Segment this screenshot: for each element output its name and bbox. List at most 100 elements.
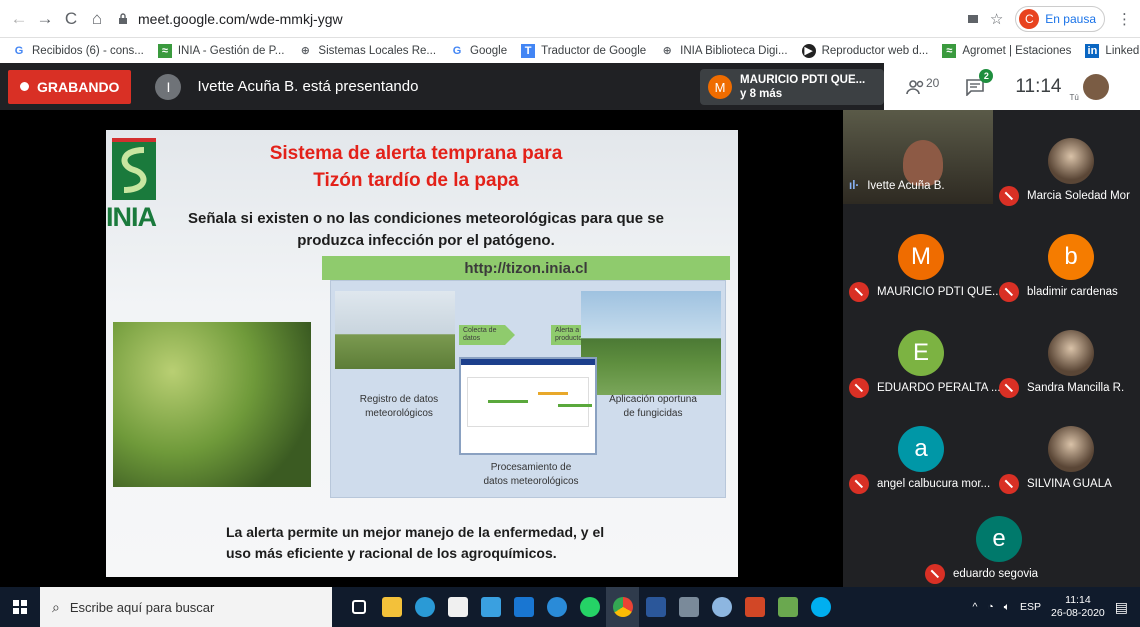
bookmark-sistemas-locales[interactable]: ⊕ Sistemas Locales Re...: [298, 44, 436, 58]
participant-avatar: b: [1048, 234, 1094, 280]
store-icon[interactable]: [441, 587, 474, 627]
record-dot-icon: [20, 82, 29, 91]
speaking-icon: ıl·: [849, 180, 860, 192]
powerpoint-icon[interactable]: [738, 587, 771, 627]
mic-off-icon: [999, 378, 1019, 398]
outlook-icon[interactable]: [474, 587, 507, 627]
participant-tile[interactable]: M MAURICIO PDTI QUE...: [843, 220, 1002, 314]
mic-off-icon: [999, 186, 1019, 206]
self-label: Tú: [1069, 93, 1079, 102]
globe-icon: ⊕: [662, 45, 672, 57]
menu-icon[interactable]: ⋮: [1117, 10, 1132, 28]
notification-avatar: M: [708, 75, 732, 99]
participant-tile[interactable]: b bladimir cardenas: [993, 220, 1140, 314]
task-view-icon[interactable]: [342, 587, 375, 627]
bookmark-agromet[interactable]: ≈ Agromet | Estaciones: [942, 43, 1071, 58]
software-screenshot: [459, 357, 597, 455]
reload-icon[interactable]: C: [58, 6, 84, 32]
participant-tile[interactable]: ıl· Ivette Acuña B.: [843, 110, 993, 204]
bookmark-inia-gestion[interactable]: ≈ INIA - Gestión de P...: [157, 43, 284, 58]
agromet-icon: ≈: [942, 43, 957, 58]
inia-logo-text: INIA: [106, 202, 157, 232]
file-explorer-icon[interactable]: [375, 587, 408, 627]
mic-off-icon: [849, 474, 869, 494]
mail-icon[interactable]: [507, 587, 540, 627]
participant-tile[interactable]: SILVINA GUALA: [993, 412, 1140, 506]
bookmark-gmail[interactable]: G Recibidos (6) - cons...: [12, 44, 144, 58]
linkedin-icon: in: [1085, 43, 1100, 58]
taskbar-search[interactable]: ⌕ Escribe aquí para buscar: [40, 587, 332, 627]
field-photo: [581, 291, 721, 395]
participant-tile[interactable]: a angel calbucura mor...: [843, 412, 993, 506]
home-icon[interactable]: ⌂: [84, 6, 110, 32]
mic-off-icon: [849, 282, 869, 302]
skype-icon[interactable]: [804, 587, 837, 627]
language-indicator[interactable]: ESP: [1020, 601, 1041, 613]
label-procesamiento: Procesamiento de datos meteorológicos: [483, 462, 579, 487]
browser-toolbar: ← → C ⌂ meet.google.com/wde-mmkj-ygw ☆ C…: [0, 0, 1140, 38]
join-notification[interactable]: M MAURICIO PDTI QUE... y 8 más: [700, 69, 884, 105]
windows-start-icon[interactable]: [0, 587, 40, 627]
slide-url: http://tizon.inia.cl: [322, 256, 730, 280]
chat-button[interactable]: 2: [965, 68, 994, 96]
profile-avatar: C: [1019, 8, 1040, 29]
player-icon: ▶: [801, 43, 816, 58]
paint-icon[interactable]: [705, 587, 738, 627]
meeting-clock: 11:14: [1015, 75, 1062, 97]
participants-count: 20: [926, 75, 940, 90]
tray-chevron-icon[interactable]: ^: [972, 601, 977, 613]
inia-icon: ≈: [157, 43, 172, 58]
participant-tile[interactable]: Sandra Mancilla R.: [993, 316, 1140, 410]
participants-grid: ıl· Ivette Acuña B. Marcia Soledad Mor M…: [843, 110, 1140, 587]
mic-off-icon: [999, 474, 1019, 494]
participants-button[interactable]: 20: [906, 75, 940, 95]
presenter-avatar: I: [155, 73, 182, 100]
edge-icon[interactable]: [408, 587, 441, 627]
address-bar[interactable]: meet.google.com/wde-mmkj-ygw: [118, 5, 968, 33]
label-registro: Registro de datos meteorológicos: [359, 394, 439, 419]
notification-center-icon[interactable]: ▤: [1115, 599, 1128, 616]
volume-icon[interactable]: 🔈︎: [1004, 601, 1010, 614]
system-clock[interactable]: 11:14 26-08-2020: [1051, 594, 1105, 620]
meet-controls: 20 2 11:14 Tú: [884, 63, 1140, 110]
potato-leaf-photo: [113, 322, 311, 487]
whatsapp-icon[interactable]: [573, 587, 606, 627]
camera-indicator-icon[interactable]: [967, 14, 978, 23]
translate-icon: T: [521, 43, 536, 58]
mic-off-icon: [925, 564, 945, 584]
profile-button[interactable]: C En pausa: [1015, 5, 1105, 32]
participant-photo: [1048, 138, 1094, 184]
bookmark-reproductor[interactable]: ▶ Reproductor web d...: [801, 43, 928, 58]
presentation-stage: INIA Sistema de alerta temprana para Tiz…: [0, 110, 843, 587]
people-icon: [906, 79, 924, 94]
participant-photo: [1048, 330, 1094, 376]
bookmarks-bar: G Recibidos (6) - cons... ≈ INIA - Gestión…: [0, 38, 1140, 63]
presenting-text: Ivette Acuña B. está presentando: [197, 78, 419, 95]
presentation-slide: INIA Sistema de alerta temprana para Tiz…: [106, 130, 738, 577]
bookmark-translate[interactable]: T Traductor de Google: [521, 43, 646, 58]
participant-tile[interactable]: Marcia Soledad Mor: [993, 124, 1140, 218]
process-diagram: Colecta de datos Alerta a productores Re…: [330, 280, 726, 498]
weather-station-photo: [335, 291, 455, 369]
recording-badge[interactable]: GRABANDO: [8, 69, 132, 104]
bookmark-inia-biblioteca[interactable]: ⊕ INIA Biblioteca Digi...: [660, 44, 788, 58]
slide-subtitle: Señala si existen o no las condiciones m…: [187, 210, 664, 249]
word-icon[interactable]: [639, 587, 672, 627]
self-avatar[interactable]: [1082, 73, 1109, 100]
calculator-icon[interactable]: [672, 587, 705, 627]
forward-icon[interactable]: →: [32, 6, 58, 32]
participant-tile[interactable]: e eduardo segovia: [921, 508, 1071, 588]
internet-explorer-icon[interactable]: [540, 587, 573, 627]
excel-icon[interactable]: [771, 587, 804, 627]
star-icon[interactable]: ☆: [990, 10, 1003, 28]
bookmark-google[interactable]: G Google: [450, 44, 507, 58]
back-icon[interactable]: ←: [6, 6, 32, 32]
chrome-icon[interactable]: [606, 587, 639, 627]
windows-taskbar: ⌕ Escribe aquí para buscar ^ ◔ 🔈︎ ESP 11…: [0, 587, 1140, 627]
bookmark-linkedin[interactable]: inLinkedIn: [1085, 43, 1140, 58]
system-tray: ^ ◔ 🔈︎ ESP 11:14 26-08-2020 ▤: [972, 587, 1140, 627]
slide-title: Sistema de alerta temprana para Tizón ta…: [269, 143, 563, 191]
wifi-icon[interactable]: ◔: [987, 601, 993, 613]
participant-tile[interactable]: E EDUARDO PERALTA ...: [843, 316, 1001, 410]
url-text: meet.google.com/wde-mmkj-ygw: [138, 10, 343, 27]
